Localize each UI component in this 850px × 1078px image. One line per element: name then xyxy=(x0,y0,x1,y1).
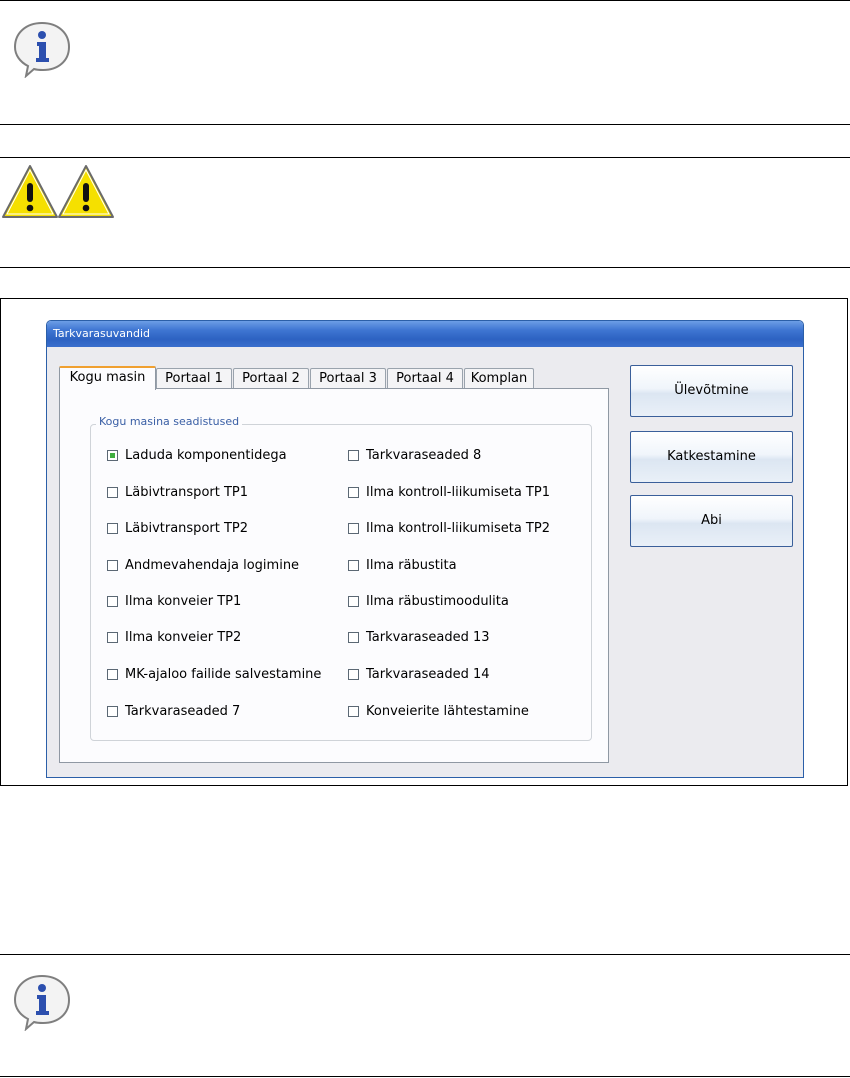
note-bottom-rule xyxy=(0,1076,850,1077)
checkbox-label: Ilma räbustita xyxy=(366,557,457,573)
checkbox-label: Andmevahendaja logimine xyxy=(125,557,300,573)
tab-portaal-4[interactable]: Portaal 4 xyxy=(387,368,463,388)
checkbox-box[interactable] xyxy=(348,522,359,534)
tab-portaal-1[interactable]: Portaal 1 xyxy=(156,368,232,388)
checkbox-label: MK-ajaloo failide salvestamine xyxy=(125,666,322,682)
checkbox-label: Ilma kontroll-liikumiseta TP2 xyxy=(366,520,550,536)
checkbox-label: Laduda komponentidega xyxy=(125,447,287,463)
info-icon xyxy=(13,21,71,78)
checkbox-label: Tarkvaraseaded 14 xyxy=(366,666,490,682)
checkbox-box[interactable] xyxy=(107,668,118,680)
checkbox-label: Ilma konveier TP1 xyxy=(125,593,242,609)
checkbox-ilma-rabustimoodulita[interactable]: Ilma räbustimoodulita xyxy=(348,593,509,609)
warning-top-rule xyxy=(0,157,850,158)
checkbox-box[interactable] xyxy=(107,595,118,607)
checkbox-labivtransport-tp2[interactable]: Läbivtransport TP2 xyxy=(107,520,248,536)
warning-icon xyxy=(2,165,58,218)
checkbox-box[interactable] xyxy=(348,559,359,571)
note-top-bottom-rule xyxy=(0,124,850,125)
checkbox-ilma-rabustita[interactable]: Ilma räbustita xyxy=(348,557,457,573)
checkbox-label: Konveierite lähtestamine xyxy=(366,703,529,719)
checkbox-tarkvaraseaded-14[interactable]: Tarkvaraseaded 14 xyxy=(348,666,490,682)
tab-kogu-masin[interactable]: Kogu masin xyxy=(59,366,156,390)
accept-button[interactable]: Ülevõtmine xyxy=(630,365,793,417)
checkbox-label: Ilma kontroll-liikumiseta TP1 xyxy=(366,484,550,500)
checkbox-tarkvaraseaded-7[interactable]: Tarkvaraseaded 7 xyxy=(107,703,240,719)
checkbox-label: Läbivtransport TP1 xyxy=(125,484,249,500)
warning-bottom-rule xyxy=(0,267,850,268)
dialog-titlebar[interactable]: Tarkvarasuvandid xyxy=(47,321,803,347)
checkbox-label: Ilma räbustimoodulita xyxy=(366,593,509,609)
checkbox-label: Ilma konveier TP2 xyxy=(125,629,242,645)
checkbox-ilma-konveier-tp2[interactable]: Ilma konveier TP2 xyxy=(107,629,241,645)
cancel-button[interactable]: Katkestamine xyxy=(630,431,793,483)
checkbox-labivtransport-tp1[interactable]: Läbivtransport TP1 xyxy=(107,484,248,500)
checkbox-box[interactable] xyxy=(348,631,359,643)
checkbox-tarkvaraseaded-8[interactable]: Tarkvaraseaded 8 xyxy=(348,447,481,463)
group-legend: Kogu masina seadistused xyxy=(96,415,243,428)
checkbox-box[interactable] xyxy=(348,705,359,717)
warning-icon xyxy=(58,165,114,218)
checkbox-label: Tarkvaraseaded 8 xyxy=(366,447,482,463)
help-button[interactable]: Abi xyxy=(630,495,793,547)
checkbox-box[interactable] xyxy=(348,449,359,461)
checkbox-ilma-kontroll-liikumiseta-tp1[interactable]: Ilma kontroll-liikumiseta TP1 xyxy=(348,484,550,500)
checkbox-box[interactable] xyxy=(348,595,359,607)
checkbox-ilma-kontroll-liikumiseta-tp2[interactable]: Ilma kontroll-liikumiseta TP2 xyxy=(348,520,550,536)
checkbox-laduda-komponentidega[interactable]: Laduda komponentidega xyxy=(107,447,287,463)
tab-portaal-3[interactable]: Portaal 3 xyxy=(310,368,386,388)
checkbox-box[interactable] xyxy=(348,486,359,498)
tab-komplan[interactable]: Komplan xyxy=(464,368,534,388)
note-top-rule xyxy=(0,0,850,1)
info-icon xyxy=(13,974,71,1031)
settings-group xyxy=(90,424,592,741)
checkbox-label: Tarkvaraseaded 7 xyxy=(125,703,241,719)
checkbox-box[interactable] xyxy=(107,449,118,461)
software-options-dialog: Tarkvarasuvandid Kogu masin Portaal 1 Po… xyxy=(46,320,804,778)
note-bottom-top-rule xyxy=(0,954,850,955)
checkbox-mk-ajaloo-failide-salvestamine[interactable]: MK-ajaloo failide salvestamine xyxy=(107,666,321,682)
checkbox-box[interactable] xyxy=(107,559,118,571)
checkbox-konveierite-lahtestamine[interactable]: Konveierite lähtestamine xyxy=(348,703,529,719)
checkbox-andmevahendaja-logimine[interactable]: Andmevahendaja logimine xyxy=(107,557,299,573)
checkbox-label: Läbivtransport TP2 xyxy=(125,520,249,536)
dialog-title: Tarkvarasuvandid xyxy=(53,327,150,340)
checkbox-box[interactable] xyxy=(107,705,118,717)
checkbox-label: Tarkvaraseaded 13 xyxy=(366,629,490,645)
checkbox-box[interactable] xyxy=(107,631,118,643)
checkbox-box[interactable] xyxy=(107,522,118,534)
tab-portaal-2[interactable]: Portaal 2 xyxy=(233,368,309,388)
checkbox-ilma-konveier-tp1[interactable]: Ilma konveier TP1 xyxy=(107,593,241,609)
checkbox-tarkvaraseaded-13[interactable]: Tarkvaraseaded 13 xyxy=(348,629,490,645)
checkbox-box[interactable] xyxy=(348,668,359,680)
checkbox-box[interactable] xyxy=(107,486,118,498)
